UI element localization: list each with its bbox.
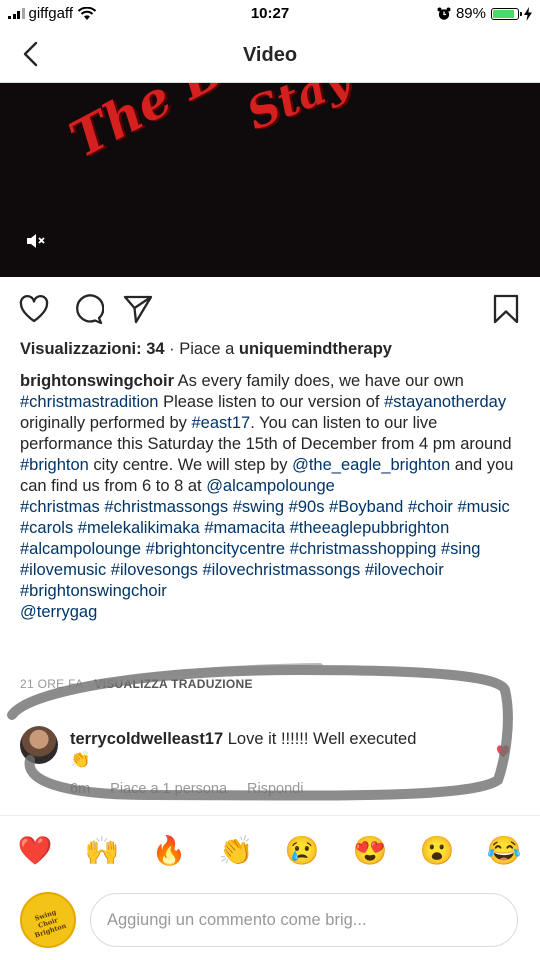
battery-icon <box>491 7 522 20</box>
video-overlay-stay: Stay <box>240 83 358 141</box>
my-avatar-logo-text: Swing Choir Brighton <box>33 908 68 940</box>
caption-text: originally performed by <box>20 414 192 432</box>
comment-likes[interactable]: Piace a 1 persona <box>110 781 227 797</box>
caption-link[interactable]: @alcampolounge <box>206 477 335 495</box>
liked-by-user[interactable]: uniquemindtherapy <box>239 340 392 358</box>
caption-link[interactable]: #east17 <box>192 414 251 432</box>
my-avatar[interactable]: Swing Choir Brighton <box>20 892 76 948</box>
caption-hashtags[interactable]: #christmas #christmassongs #swing #90s #… <box>20 498 510 600</box>
comment-meta: 6m Piace a 1 persona Rispondi <box>70 781 303 797</box>
comment-liked-heart-icon[interactable] <box>496 744 510 758</box>
comment-input[interactable] <box>90 893 518 947</box>
caption-text: city centre. We will step by <box>88 456 293 474</box>
battery-percent: 89% <box>455 5 486 22</box>
post-time: 21 ORE FA <box>20 677 83 691</box>
reaction-crying[interactable]: 😢 <box>283 832 321 870</box>
comment-body: Love it !!!!!! Well executed <box>223 730 417 748</box>
comment-time: 6m <box>70 781 91 797</box>
reaction-laughing[interactable]: 😂 <box>485 832 523 870</box>
share-icon[interactable] <box>122 293 154 325</box>
commenter-avatar[interactable] <box>20 726 58 764</box>
mute-icon[interactable] <box>25 231 47 251</box>
reaction-surprised[interactable]: 😮 <box>418 832 456 870</box>
caption-author[interactable]: brightonswingchoir <box>20 372 174 390</box>
reaction-clap[interactable]: 👏 <box>217 832 255 870</box>
comment-author[interactable]: terrycoldwelleast17 <box>70 730 223 748</box>
liked-by-prefix: · Piace a <box>164 340 239 358</box>
page-title: Video <box>242 44 298 66</box>
caption-mention[interactable]: @terrygag <box>20 603 97 621</box>
caption-body: As every family does, we have our own #c… <box>20 372 513 495</box>
reaction-raised-hands[interactable]: 🙌 <box>83 832 121 870</box>
reaction-heart-eyes[interactable]: 😍 <box>351 832 389 870</box>
comment-text: terrycoldwelleast17 Love it !!!!!! Well … <box>70 729 500 771</box>
post-actions <box>0 285 540 333</box>
views-line: Visualizzazioni: 34 · Piace a uniquemind… <box>20 340 392 359</box>
caption-link[interactable]: @the_eagle_brighton <box>292 456 450 474</box>
charging-icon <box>524 6 532 21</box>
caption-text: Please listen to our version of <box>158 393 385 411</box>
translate-link[interactable]: VISUALIZZA TRADUZIONE <box>94 677 253 691</box>
nav-bar: Video <box>0 28 540 83</box>
alarm-icon <box>437 7 451 20</box>
post-meta: 21 ORE FA · VISUALIZZA TRADUZIONE <box>20 677 253 691</box>
caption-link[interactable]: #stayanotherday <box>384 393 506 411</box>
caption-link[interactable]: #brighton <box>20 456 89 474</box>
save-bookmark-icon[interactable] <box>490 293 522 325</box>
clap-emoji: 👏 <box>70 751 91 769</box>
reaction-fire[interactable]: 🔥 <box>150 832 188 870</box>
comment-icon[interactable] <box>72 293 104 325</box>
caption-link[interactable]: #christmastradition <box>20 393 158 411</box>
reply-button[interactable]: Rispondi <box>247 781 303 797</box>
reaction-heart[interactable]: ❤️ <box>16 832 54 870</box>
video-player[interactable]: The Bright Stay <box>0 83 540 277</box>
views-count[interactable]: Visualizzazioni: 34 <box>20 340 165 358</box>
divider <box>0 815 540 816</box>
caption-text: As every family does, we have our own <box>174 372 464 390</box>
quick-reactions: ❤️ 🙌 🔥 👏 😢 😍 😮 😂 <box>0 832 540 872</box>
post-caption: brightonswingchoir As every family does,… <box>20 371 525 623</box>
status-bar: giffgaff 10:27 89% <box>0 0 540 28</box>
like-heart-icon[interactable] <box>18 293 50 325</box>
